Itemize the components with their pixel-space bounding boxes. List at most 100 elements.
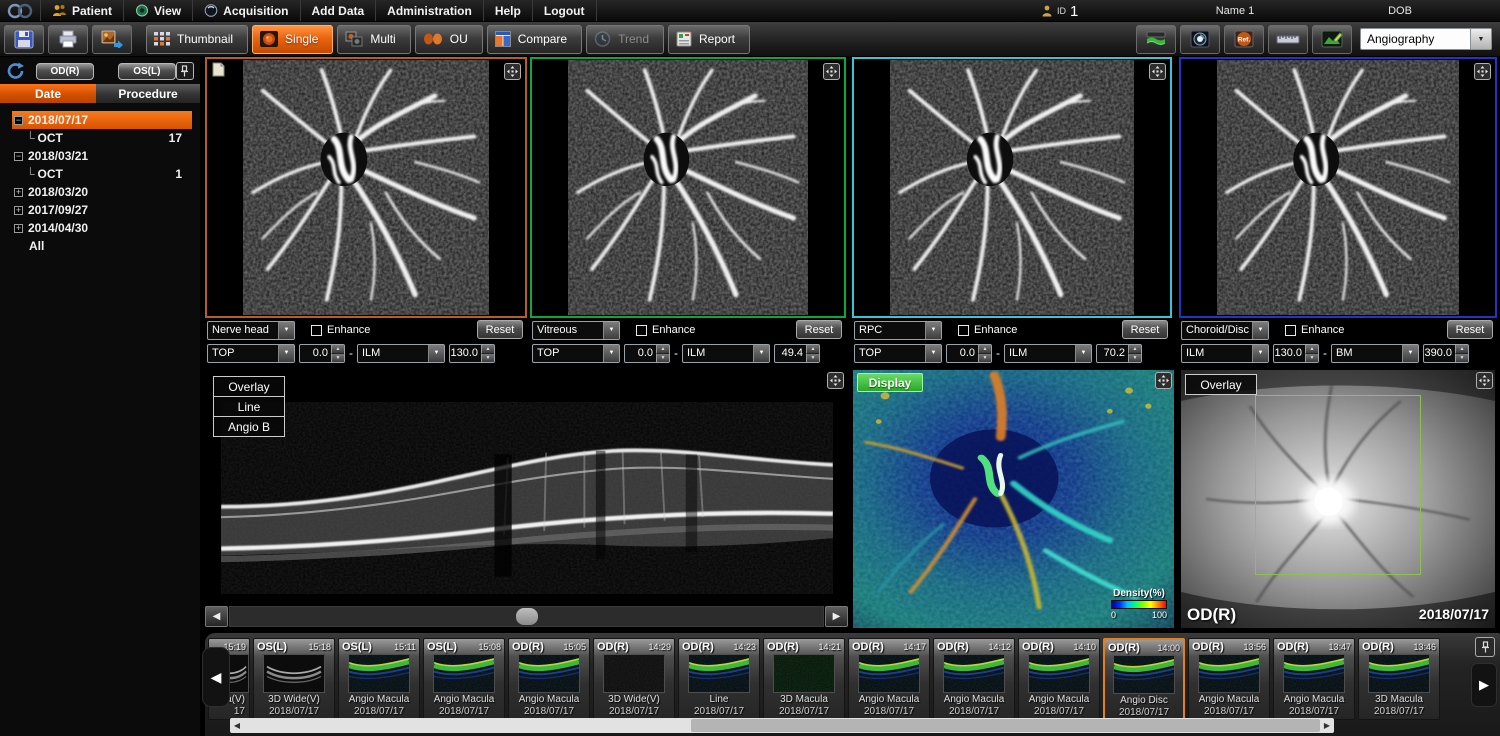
- layer-select-2[interactable]: Vitreous▼: [532, 321, 620, 340]
- note-icon[interactable]: [212, 62, 225, 77]
- from-layer-select-2[interactable]: TOP▼: [532, 344, 620, 363]
- scroll-left-arrow[interactable]: ◀: [230, 721, 244, 730]
- thumbnail-angio-macula-1508[interactable]: OS(L)15:08Angio Macula2018/07/17: [423, 638, 505, 720]
- spinner-arrows[interactable]: ▲▼: [806, 345, 819, 362]
- scroll-right-arrow[interactable]: ▶: [1320, 721, 1334, 730]
- bscan-line-button[interactable]: Line: [213, 396, 285, 417]
- layer-select-1[interactable]: Nerve head▼: [207, 321, 295, 340]
- spinner-arrows[interactable]: ▲▼: [656, 345, 669, 362]
- spinner-arrows[interactable]: ▲▼: [331, 345, 344, 362]
- from-layer-select-3[interactable]: TOP▼: [854, 344, 942, 363]
- menu-help[interactable]: Help: [484, 0, 533, 21]
- bscan-scrollbar[interactable]: ◀ ▶: [205, 605, 848, 628]
- expand-icon[interactable]: [823, 63, 840, 80]
- tree-expander-icon[interactable]: −: [14, 152, 23, 161]
- scrollbar-track[interactable]: [244, 718, 1320, 733]
- enhance-checkbox-2[interactable]: Enhance: [636, 324, 695, 336]
- eye-tab-os[interactable]: OS(L): [118, 63, 176, 80]
- expand-icon[interactable]: [1149, 63, 1166, 80]
- expand-icon[interactable]: [827, 372, 844, 389]
- angio-image-2[interactable]: [530, 57, 846, 318]
- menu-add-data[interactable]: Add Data: [301, 0, 377, 21]
- thumbnail-angio-macula-1347[interactable]: OD(R)13:47Angio Macula2018/07/17: [1273, 638, 1355, 720]
- to-offset-spinner-2[interactable]: 49.4▲▼: [774, 344, 820, 363]
- menu-acquisition[interactable]: Acquisition: [193, 0, 300, 21]
- tree-row-oct[interactable]: └OCT17: [12, 129, 192, 147]
- filmstrip-pin-button[interactable]: [1475, 637, 1495, 657]
- fundus-panel[interactable]: Overlay OD(R) 2018/07/17: [1179, 368, 1497, 630]
- tree-row-2014-04-30[interactable]: +2014/04/30: [12, 219, 192, 237]
- spinner-arrows[interactable]: ▲▼: [1455, 345, 1468, 362]
- measure-button[interactable]: [1268, 25, 1308, 54]
- angio-image-3[interactable]: [852, 57, 1172, 318]
- view-button-trend[interactable]: Trend: [586, 25, 664, 54]
- print-button[interactable]: [48, 25, 88, 54]
- from-offset-spinner-2[interactable]: 0.0▲▼: [624, 344, 670, 363]
- angio-image-4[interactable]: [1179, 57, 1497, 318]
- view-button-report[interactable]: Report: [668, 25, 750, 54]
- from-offset-spinner-4[interactable]: 130.0▲▼: [1273, 344, 1319, 363]
- menu-administration[interactable]: Administration: [376, 0, 484, 21]
- expand-icon[interactable]: [1155, 372, 1172, 389]
- sidebar-pin-button[interactable]: [176, 62, 194, 80]
- tab-date[interactable]: Date: [0, 84, 96, 103]
- spinner-arrows[interactable]: ▲▼: [1305, 345, 1318, 362]
- view-button-single[interactable]: Single: [252, 25, 333, 54]
- reference-button[interactable]: Ref.: [1224, 25, 1264, 54]
- bscan-overlay-button[interactable]: Overlay: [213, 376, 285, 397]
- from-offset-spinner-1[interactable]: 0.0▲▼: [299, 344, 345, 363]
- tree-row-oct[interactable]: └OCT1: [12, 165, 192, 183]
- view-button-multi[interactable]: Multi: [337, 25, 410, 54]
- tree-row-2018-03-21[interactable]: −2018/03/21: [12, 147, 192, 165]
- menu-view[interactable]: View: [124, 0, 193, 21]
- menu-logout[interactable]: Logout: [533, 0, 597, 21]
- thumbnail-line-1423[interactable]: OD(R)14:23Line2018/07/17: [678, 638, 760, 720]
- view-button-ou[interactable]: OU: [415, 25, 483, 54]
- tree-expander-icon[interactable]: −: [14, 116, 23, 125]
- fundus-overlay-button[interactable]: Overlay: [1185, 374, 1257, 395]
- reset-button-4[interactable]: Reset: [1447, 320, 1493, 339]
- expand-icon[interactable]: [1476, 372, 1493, 389]
- enhance-checkbox-4[interactable]: Enhance: [1285, 324, 1344, 336]
- annotate-button[interactable]: [1312, 25, 1352, 54]
- tree-expander-icon[interactable]: +: [14, 188, 23, 197]
- to-offset-spinner-3[interactable]: 70.2▲▼: [1096, 344, 1142, 363]
- save-button[interactable]: [4, 25, 44, 54]
- from-offset-spinner-3[interactable]: 0.0▲▼: [946, 344, 992, 363]
- scrollbar-thumb[interactable]: [516, 608, 538, 625]
- display-button[interactable]: Display: [857, 373, 923, 392]
- expand-icon[interactable]: [504, 63, 521, 80]
- tree-row-2017-09-27[interactable]: +2017/09/27: [12, 201, 192, 219]
- thumbnail-3d-wide-v-1429[interactable]: OD(R)14:293D Wide(V)2018/07/17: [593, 638, 675, 720]
- thumbnail-angio-disc-1400[interactable]: OD(R)14:00Angio Disc2018/07/17: [1103, 638, 1185, 720]
- expand-icon[interactable]: [1474, 63, 1491, 80]
- to-offset-spinner-4[interactable]: 390.0▲▼: [1423, 344, 1469, 363]
- bscan-angio-b-button[interactable]: Angio B: [213, 416, 285, 437]
- menu-patient[interactable]: Patient: [40, 0, 124, 21]
- from-layer-select-4[interactable]: ILM▼: [1181, 344, 1269, 363]
- enhance-checkbox-3[interactable]: Enhance: [958, 324, 1017, 336]
- spinner-arrows[interactable]: ▲▼: [978, 345, 991, 362]
- tree-row-2018-03-20[interactable]: +2018/03/20: [12, 183, 192, 201]
- layers-button[interactable]: [1136, 25, 1176, 54]
- tree-expander-icon[interactable]: +: [14, 224, 23, 233]
- thumbnail-3d-wide-v-1518[interactable]: OS(L)15:183D Wide(V)2018/07/17: [253, 638, 335, 720]
- thumbnail-3d-macula-1346[interactable]: OD(R)13:463D Macula2018/07/17: [1358, 638, 1440, 720]
- thumbnail-angio-macula-1356[interactable]: OD(R)13:56Angio Macula2018/07/17: [1188, 638, 1270, 720]
- reset-button-1[interactable]: Reset: [477, 320, 523, 339]
- view-button-thumbnail[interactable]: Thumbnail: [146, 25, 248, 54]
- capture-button[interactable]: [1180, 25, 1220, 54]
- spinner-arrows[interactable]: ▲▼: [1128, 345, 1141, 362]
- density-map-panel[interactable]: Display Density(%) 0 100: [851, 368, 1176, 630]
- scrollbar-track[interactable]: [229, 606, 824, 627]
- thumbnail-angio-macula-1511[interactable]: OS(L)15:11Angio Macula2018/07/17: [338, 638, 420, 720]
- thumbnail-angio-macula-1505[interactable]: OD(R)15:05Angio Macula2018/07/17: [508, 638, 590, 720]
- thumbnail-angio-macula-1410[interactable]: OD(R)14:10Angio Macula2018/07/17: [1018, 638, 1100, 720]
- tab-procedure[interactable]: Procedure: [96, 84, 200, 103]
- thumbnail-angio-macula-1417[interactable]: OD(R)14:17Angio Macula2018/07/17: [848, 638, 930, 720]
- thumbnail-angio-macula-1412[interactable]: OD(R)14:12Angio Macula2018/07/17: [933, 638, 1015, 720]
- enhance-checkbox-1[interactable]: Enhance: [311, 324, 370, 336]
- scan-area-rectangle[interactable]: [1255, 395, 1421, 575]
- tree-expander-icon[interactable]: +: [14, 206, 23, 215]
- to-layer-select-4[interactable]: BM▼: [1331, 344, 1419, 363]
